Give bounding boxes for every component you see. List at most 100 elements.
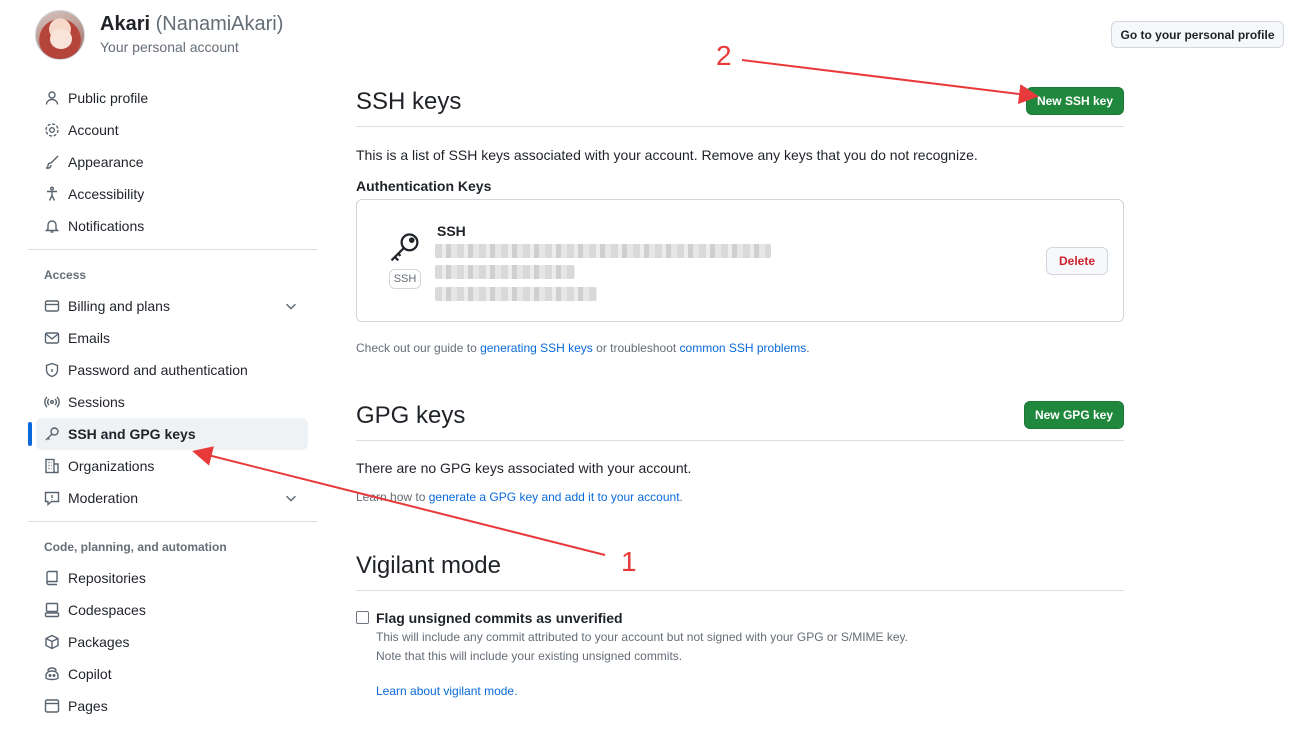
section-divider — [356, 590, 1124, 591]
avatar[interactable] — [35, 10, 85, 60]
ssh-key-card: SSH SSH Delete — [356, 199, 1124, 322]
sidebar-item-label: Accessibility — [68, 186, 145, 202]
active-indicator — [28, 422, 32, 446]
sidebar-item-label: Repositories — [68, 570, 146, 586]
flag-unsigned-checkbox[interactable] — [356, 611, 369, 624]
sidebar-item-copilot[interactable]: Copilot — [36, 658, 308, 690]
learn-prefix: Learn how to — [356, 490, 429, 504]
sidebar-item-codespaces[interactable]: Codespaces — [36, 594, 308, 626]
gpg-keys-heading: GPG keys — [356, 402, 466, 429]
sidebar-item-pages[interactable]: Pages — [36, 690, 308, 722]
common-ssh-problems-link[interactable]: common SSH problems — [680, 341, 807, 355]
auth-keys-heading: Authentication Keys — [356, 178, 492, 194]
sidebar-item-repositories[interactable]: Repositories — [36, 562, 308, 594]
sidebar-section-code: Code, planning, and automation — [44, 540, 227, 554]
person-icon — [44, 90, 60, 106]
vigilant-note-1: This will include any commit attributed … — [376, 630, 909, 644]
login-name: (NanamiAkari) — [155, 13, 284, 35]
sidebar-item-label: Moderation — [68, 490, 139, 506]
account-subtitle: Your personal account — [100, 39, 239, 55]
annotation-marker-1: 1 — [621, 546, 637, 577]
ssh-keys-heading: SSH keys — [356, 88, 462, 115]
sidebar-item-label: Account — [68, 122, 119, 138]
sidebar-item-label: Appearance — [68, 154, 144, 170]
redacted-added-date — [435, 265, 575, 279]
shield-lock-icon — [44, 362, 60, 378]
delete-key-button[interactable]: Delete — [1046, 247, 1108, 275]
key-title: SSH — [437, 223, 466, 239]
sidebar-item-billing[interactable]: Billing and plans — [36, 290, 308, 322]
vigilant-note-2: Note that this will include your existin… — [376, 649, 683, 663]
sidebar-divider — [28, 521, 317, 522]
mail-icon — [44, 330, 60, 346]
section-divider — [356, 440, 1124, 441]
sidebar-item-label: Codespaces — [68, 602, 146, 618]
package-icon — [44, 634, 60, 650]
checkbox-label[interactable]: Flag unsigned commits as unverified — [376, 610, 623, 626]
sidebar-item-password[interactable]: Password and authentication — [36, 354, 308, 386]
redacted-last-used — [435, 287, 597, 301]
sidebar-item-appearance[interactable]: Appearance — [36, 146, 308, 178]
annotation-arrow-2 — [741, 59, 1039, 104]
sidebar-divider — [28, 249, 317, 250]
generating-ssh-keys-link[interactable]: generating SSH keys — [480, 341, 593, 355]
bell-icon — [44, 218, 60, 234]
browser-icon — [44, 698, 60, 714]
generate-gpg-key-link[interactable]: generate a GPG key and add it to your ac… — [429, 490, 680, 504]
sidebar-item-moderation[interactable]: Moderation — [36, 482, 308, 514]
new-gpg-key-button[interactable]: New GPG key — [1024, 401, 1124, 429]
key-icon — [390, 233, 419, 262]
sidebar-item-notifications[interactable]: Notifications — [36, 210, 308, 242]
sidebar-item-emails[interactable]: Emails — [36, 322, 308, 354]
sidebar-item-label: SSH and GPG keys — [68, 426, 196, 442]
gpg-learn-text: Learn how to generate a GPG key and add … — [356, 490, 683, 504]
key-icon — [44, 426, 60, 442]
sidebar-item-account[interactable]: Account — [36, 114, 308, 146]
vigilant-mode-heading: Vigilant mode — [356, 552, 501, 579]
report-icon — [44, 490, 60, 506]
guide-suffix: . — [806, 341, 810, 355]
sidebar-item-label: Notifications — [68, 218, 145, 234]
broadcast-icon — [44, 394, 60, 410]
sidebar-item-label: Copilot — [68, 666, 112, 682]
guide-middle: or troubleshoot — [592, 341, 680, 355]
gpg-empty-text: There are no GPG keys associated with yo… — [356, 460, 692, 476]
gear-icon — [44, 122, 60, 138]
ssh-badge: SSH — [389, 269, 421, 289]
go-to-profile-button[interactable]: Go to your personal profile — [1111, 21, 1284, 48]
ssh-guide-text: Check out our guide to generating SSH ke… — [356, 341, 810, 355]
ssh-description: This is a list of SSH keys associated wi… — [356, 147, 978, 163]
chevron-down-icon[interactable] — [284, 299, 298, 313]
sidebar-item-label: Organizations — [68, 458, 155, 474]
sidebar-item-ssh-gpg-keys[interactable]: SSH and GPG keys — [36, 418, 308, 450]
organization-icon — [44, 458, 60, 474]
sidebar-item-packages[interactable]: Packages — [36, 626, 308, 658]
redacted-fingerprint — [435, 244, 771, 258]
new-ssh-key-button[interactable]: New SSH key — [1026, 87, 1124, 115]
sidebar-item-label: Password and authentication — [68, 362, 248, 378]
sidebar-item-sessions[interactable]: Sessions — [36, 386, 308, 418]
learn-suffix: . — [679, 490, 683, 504]
sidebar-item-accessibility[interactable]: Accessibility — [36, 178, 308, 210]
sidebar-item-label: Pages — [68, 698, 108, 714]
account-name: Akari (NanamiAkari) — [100, 13, 283, 36]
paintbrush-icon — [44, 154, 60, 170]
sidebar-item-label: Billing and plans — [68, 298, 170, 314]
sidebar-item-organizations[interactable]: Organizations — [36, 450, 308, 482]
annotation-marker-2: 2 — [716, 40, 732, 71]
accessibility-icon — [44, 186, 60, 202]
sidebar-item-label: Packages — [68, 634, 130, 650]
copilot-icon — [44, 666, 60, 682]
sidebar-item-label: Sessions — [68, 394, 125, 410]
sidebar-item-public-profile[interactable]: Public profile — [36, 82, 308, 114]
sidebar-item-label: Emails — [68, 330, 111, 346]
learn-vigilant-mode-link[interactable]: Learn about vigilant mode. — [376, 684, 517, 698]
chevron-down-icon[interactable] — [284, 491, 298, 505]
credit-card-icon — [44, 298, 60, 314]
codespaces-icon — [44, 602, 60, 618]
repo-icon — [44, 570, 60, 586]
sidebar-item-label: Public profile — [68, 90, 149, 106]
guide-prefix: Check out our guide to — [356, 341, 481, 355]
sidebar-section-access: Access — [44, 268, 87, 282]
display-name: Akari — [100, 13, 151, 35]
